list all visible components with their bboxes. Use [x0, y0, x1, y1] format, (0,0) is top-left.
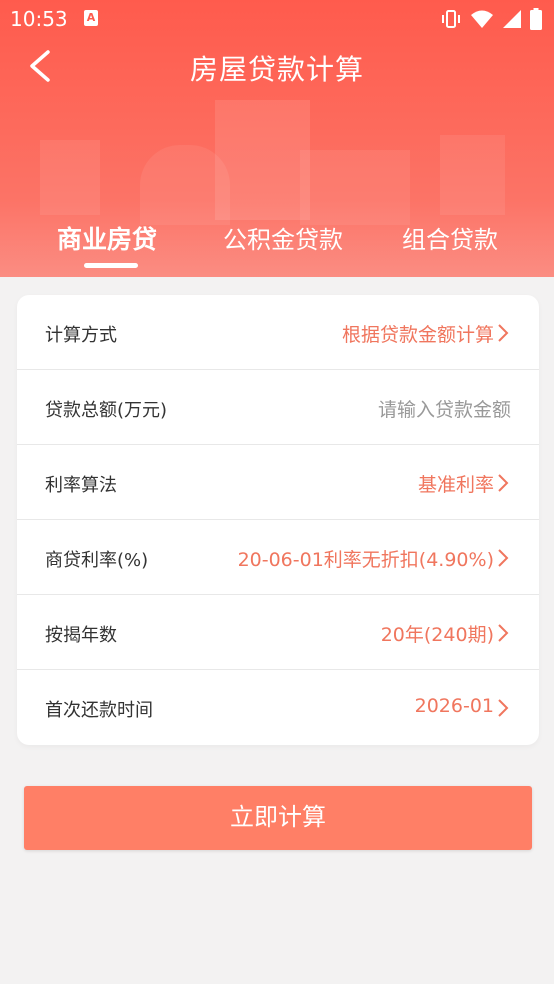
row-value: 20-06-01利率无折扣(4.90%) [237, 549, 494, 571]
chevron-right-icon [498, 699, 509, 717]
chevron-right-icon [498, 624, 509, 642]
status-icons [440, 8, 542, 35]
row-loan-amount[interactable]: 贷款总额(万元) 请输入贷款金额 [17, 370, 539, 445]
row-commercial-rate[interactable]: 商贷利率(%) 20-06-01利率无折扣(4.90%) [17, 520, 539, 595]
tab-provident-fund-loan[interactable]: 公积金贷款 [223, 220, 343, 255]
status-time: 10:53 [10, 7, 68, 31]
page-title: 房屋贷款计算 [189, 53, 364, 86]
row-mortgage-years[interactable]: 按揭年数 20年(240期) [17, 595, 539, 670]
chevron-right-icon [498, 474, 509, 492]
chevron-right-icon [498, 324, 509, 342]
status-bar: 10:53 A [0, 0, 554, 38]
tab-combined-loan[interactable]: 组合贷款 [402, 220, 498, 255]
row-value: 基准利率 [417, 474, 494, 496]
row-value: 20年(240期) [380, 624, 494, 646]
chevron-right-icon [498, 549, 509, 567]
app-notification-icon: A [84, 10, 98, 26]
tab-commercial-loan[interactable]: 商业房贷 [57, 220, 157, 256]
wifi-icon [470, 9, 494, 34]
row-label: 商贷利率(%) [45, 550, 149, 571]
loan-form-card: 计算方式 根据贷款金额计算 贷款总额(万元) 请输入贷款金额 利率算法 基准利率… [17, 295, 539, 745]
row-value: 根据贷款金额计算 [341, 324, 494, 346]
calculate-button[interactable]: 立即计算 [24, 786, 532, 850]
vibrate-icon [440, 8, 462, 35]
signal-icon [502, 9, 522, 34]
header-banner: 10:53 A 房屋贷款计算 商业房贷 公积金贷款 组合贷款 [0, 0, 554, 277]
loan-amount-input[interactable]: 请输入贷款金额 [378, 395, 511, 422]
row-calculation-method[interactable]: 计算方式 根据贷款金额计算 [17, 295, 539, 370]
row-rate-method[interactable]: 利率算法 基准利率 [17, 445, 539, 520]
row-label: 计算方式 [45, 325, 117, 346]
loan-type-tabs: 商业房贷 公积金贷款 组合贷款 [0, 216, 554, 276]
row-label: 按揭年数 [45, 625, 117, 646]
row-label: 首次还款时间 [45, 700, 153, 721]
row-label: 利率算法 [45, 475, 117, 496]
active-tab-indicator [84, 263, 138, 268]
row-value: 2026-01 [414, 695, 494, 717]
battery-icon [530, 8, 542, 35]
row-label: 贷款总额(万元) [45, 400, 168, 421]
row-first-payment-date[interactable]: 首次还款时间 2026-01 [17, 670, 539, 745]
